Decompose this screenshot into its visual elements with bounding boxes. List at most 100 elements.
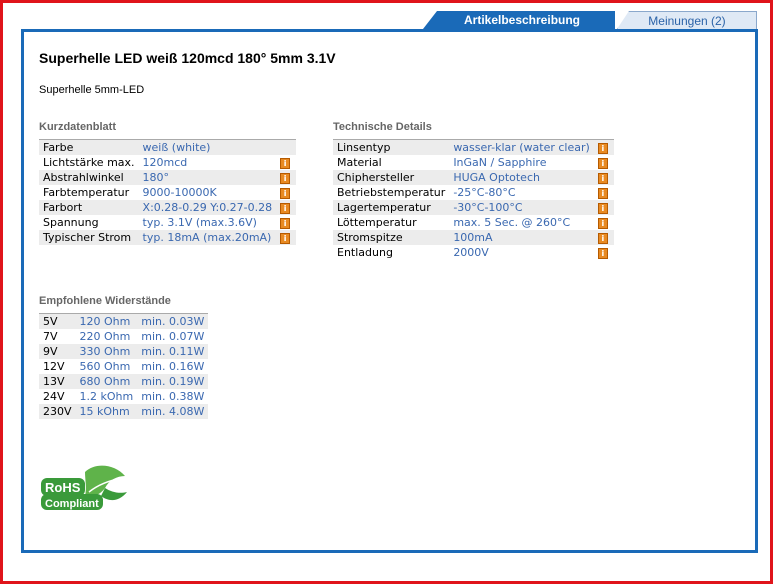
resistor-cell: 1.2 kOhm [79,390,134,403]
spec-value: weiß (white) [142,141,211,154]
spec-label: Spannung [43,216,99,229]
table-row: Lichtstärke max. 120mcd i [39,155,297,170]
kurzdatenblatt-heading: Kurzdatenblatt [39,121,116,133]
info-icon[interactable]: i [280,187,291,199]
info-icon[interactable]: i [597,217,608,229]
spec-label: Lagertemperatur [337,201,431,214]
spec-label: Entladung [337,246,393,259]
table-row: Farbtemperatur 9000-10000K i [39,185,297,200]
resistor-cell: 560 Ohm [79,360,131,373]
info-cell [276,140,296,156]
spec-value: HUGA Optotech [453,171,540,184]
spec-label: Löttemperatur [337,216,417,229]
voltage-cell: 24V [43,390,65,403]
spec-value: 180° [142,171,170,184]
spec-value: 9000-10000K [142,186,217,199]
spec-value: wasser-klar (water clear) [453,141,590,154]
info-cell: i [594,200,614,215]
table-row: 12V 560 Ohm min. 0.16W [39,359,209,374]
table-row: 7V 220 Ohm min. 0.07W [39,329,209,344]
info-cell: i [594,230,614,245]
rohs-text: RoHS [45,480,81,495]
voltage-cell: 12V [43,360,65,373]
info-cell: i [594,155,614,170]
info-icon[interactable]: i [597,142,608,154]
info-cell: i [594,245,614,260]
info-cell: i [594,215,614,230]
info-cell: i [276,170,296,185]
spec-label: Farbtemperatur [43,186,130,199]
table-row: Chiphersteller HUGA Optotech i [333,170,614,185]
spec-label: Abstrahlwinkel [43,171,124,184]
spec-label: Material [337,156,382,169]
tab-artikelbeschreibung[interactable]: Artikelbeschreibung [423,11,615,29]
info-icon[interactable]: i [597,172,608,184]
resistor-cell: 220 Ohm [79,330,131,343]
voltage-cell: 7V [43,330,58,343]
voltage-cell: 230V [43,405,72,418]
table-row: Spannung typ. 3.1V (max.3.6V) i [39,215,297,230]
spec-value: X:0.28-0.29 Y:0.27-0.28 [142,201,273,214]
spec-label: Linsentyp [337,141,391,154]
info-icon[interactable]: i [597,202,608,214]
resistor-cell: 15 kOhm [79,405,130,418]
table-row: 5V 120 Ohm min. 0.03W [39,313,209,329]
info-cell: i [594,185,614,200]
technische-details-table: Linsentyp wasser-klar (water clear) i Mater… [333,139,614,260]
table-row: Linsentyp wasser-klar (water clear) i [333,139,614,155]
spec-label: Stromspitze [337,231,403,244]
spec-value: 2000V [453,246,489,259]
power-cell: min. 0.38W [141,390,205,403]
info-icon[interactable]: i [597,232,608,244]
spec-label: Farbort [43,201,83,214]
info-icon[interactable]: i [597,157,608,169]
info-cell: i [594,170,614,185]
table-row: Entladung 2000V i [333,245,614,260]
table-row: 13V 680 Ohm min. 0.19W [39,374,209,389]
rohs-logo: RoHS Compliant [41,465,127,510]
table-row: Betriebstemperatur -25°C-80°C i [333,185,614,200]
spec-value: -30°C-100°C [453,201,523,214]
table-row: Farbe weiß (white) [39,139,297,156]
table-row: Lagertemperatur -30°C-100°C i [333,200,614,215]
info-icon[interactable]: i [597,247,608,259]
widerstaende-table: 5V 120 Ohm min. 0.03W 7V 220 Ohm min. 0.07W 9V… [39,313,209,419]
table-row: Stromspitze 100mA i [333,230,614,245]
info-icon[interactable]: i [280,217,291,229]
info-icon[interactable]: i [280,202,291,214]
table-row: Typischer Strom typ. 18mA (max.20mA) i [39,230,297,245]
voltage-cell: 5V [43,315,58,328]
info-cell: i [276,200,296,215]
info-cell: i [276,155,296,170]
power-cell: min. 0.03W [141,315,205,328]
spec-label: Chiphersteller [337,171,415,184]
tab-meinungen[interactable]: Meinungen (2) [617,11,757,29]
info-icon[interactable]: i [280,172,291,184]
info-icon[interactable]: i [280,157,291,169]
resistor-cell: 680 Ohm [79,375,131,388]
spec-label: Betriebstemperatur [337,186,446,199]
table-row: Löttemperatur max. 5 Sec. @ 260°C i [333,215,614,230]
power-cell: min. 4.08W [141,405,205,418]
resistor-cell: 330 Ohm [79,345,131,358]
voltage-cell: 13V [43,375,65,388]
voltage-cell: 9V [43,345,58,358]
spec-value: typ. 18mA (max.20mA) [142,231,272,244]
widerstaende-heading: Empfohlene Widerstände [39,295,171,307]
resistor-cell: 120 Ohm [79,315,131,328]
spec-label: Typischer Strom [43,231,132,244]
technische-details-heading: Technische Details [333,121,432,133]
info-icon[interactable]: i [280,232,291,244]
table-row: 9V 330 Ohm min. 0.11W [39,344,209,359]
spec-label: Lichtstärke max. [43,156,135,169]
info-icon[interactable]: i [597,187,608,199]
info-cell: i [276,215,296,230]
power-cell: min. 0.16W [141,360,205,373]
product-subtitle: Superhelle 5mm-LED [39,84,145,96]
power-cell: min. 0.19W [141,375,205,388]
spec-value: typ. 3.1V (max.3.6V) [142,216,257,229]
spec-value: -25°C-80°C [453,186,516,199]
compliant-text: Compliant [45,498,99,510]
spec-value: 120mcd [142,156,188,169]
power-cell: min. 0.11W [141,345,205,358]
